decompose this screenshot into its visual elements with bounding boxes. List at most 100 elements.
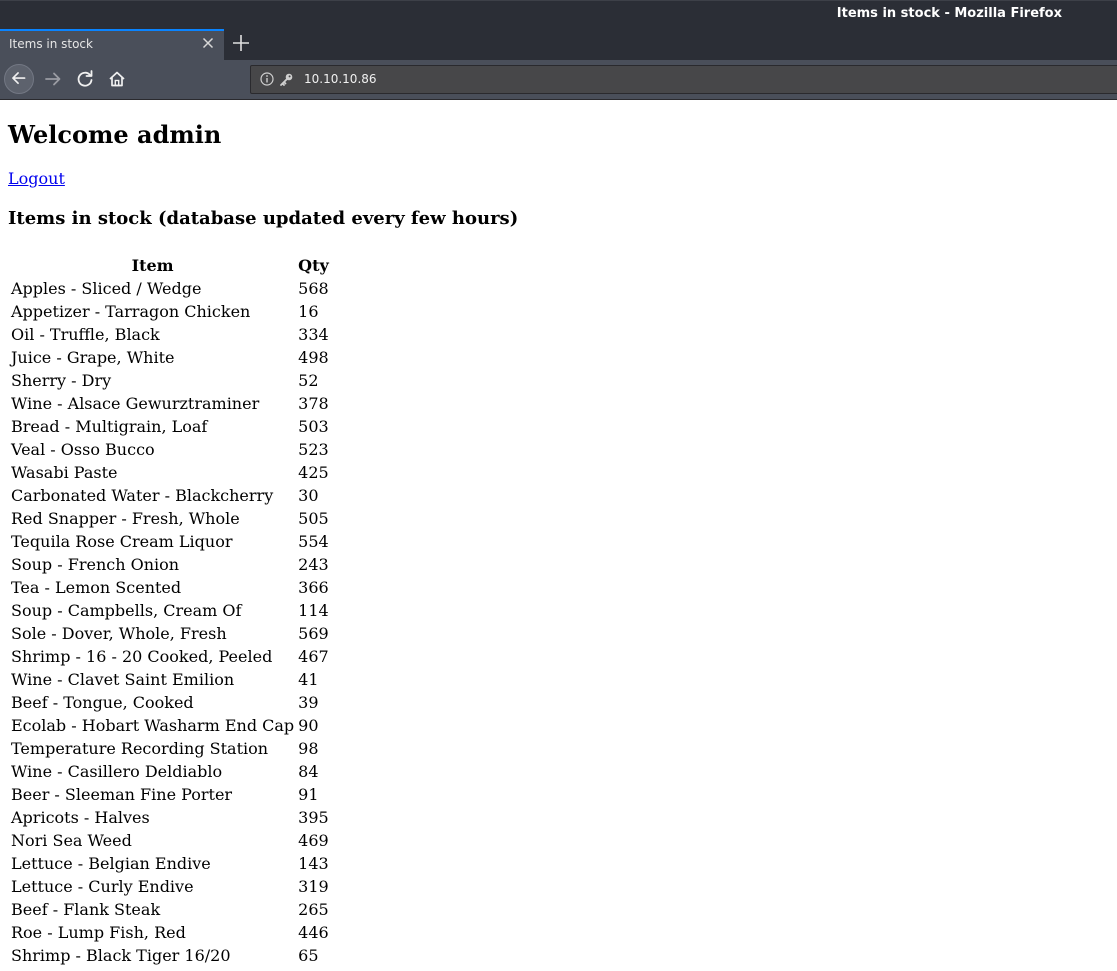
item-qty-cell: 446 xyxy=(298,923,329,942)
item-qty-cell: 425 xyxy=(298,463,329,482)
item-name-cell: Lettuce - Curly Endive xyxy=(11,877,194,896)
table-row: Carbonated Water - Blackcherry 30 xyxy=(10,485,330,506)
item-name-cell: Apricots - Halves xyxy=(11,808,150,827)
item-qty-cell: 523 xyxy=(298,440,329,459)
item-qty-cell: 569 xyxy=(298,624,329,643)
item-qty-cell: 84 xyxy=(298,762,319,781)
table-row: Beer - Sleeman Fine Porter 91 xyxy=(10,784,330,805)
item-name-cell: Shrimp - Black Tiger 16/20 xyxy=(11,946,231,965)
table-row: Red Snapper - Fresh, Whole 505 xyxy=(10,508,330,529)
item-qty-cell: 91 xyxy=(298,785,319,804)
table-row: Shrimp - 16 - 20 Cooked, Peeled 467 xyxy=(10,646,330,667)
item-name-cell: Shrimp - 16 - 20 Cooked, Peeled xyxy=(11,647,273,666)
url-text[interactable]: 10.10.10.86 xyxy=(304,72,377,86)
item-qty-cell: 98 xyxy=(298,739,319,758)
nav-toolbar: 10.10.10.86 xyxy=(0,60,1117,100)
item-qty-cell: 16 xyxy=(298,302,319,321)
item-name-cell: Tea - Lemon Scented xyxy=(11,578,182,597)
table-row: Juice - Grape, White 498 xyxy=(10,347,330,368)
close-icon[interactable] xyxy=(200,35,216,51)
table-row: Lettuce - Belgian Endive 143 xyxy=(10,853,330,874)
item-name-cell: Red Snapper - Fresh, Whole xyxy=(11,509,240,528)
window-titlebar: Items in stock - Mozilla Firefox xyxy=(0,0,1117,28)
tab-items-in-stock[interactable]: Items in stock xyxy=(0,29,224,60)
item-qty-cell: 467 xyxy=(298,647,329,666)
item-name-cell: Nori Sea Weed xyxy=(11,831,132,850)
item-name-cell: Carbonated Water - Blackcherry xyxy=(11,486,274,505)
item-name-cell: Sole - Dover, Whole, Fresh xyxy=(11,624,227,643)
column-header-qty: Qty xyxy=(298,256,329,275)
item-name-cell: Wasabi Paste xyxy=(11,463,118,482)
table-row: Apples - Sliced / Wedge 568 xyxy=(10,278,330,299)
page-content: Welcome admin Logout Items in stock (dat… xyxy=(0,101,1117,971)
table-row: Soup - French Onion 243 xyxy=(10,554,330,575)
table-row: Shrimp - Black Tiger 16/20 65 xyxy=(10,945,330,966)
item-qty-cell: 378 xyxy=(298,394,329,413)
item-name-cell: Appetizer - Tarragon Chicken xyxy=(11,302,251,321)
table-row: Temperature Recording Station 98 xyxy=(10,738,330,759)
back-button[interactable] xyxy=(4,64,34,94)
table-row: Lettuce - Curly Endive 319 xyxy=(10,876,330,897)
tab-label: Items in stock xyxy=(9,37,93,51)
item-qty-cell: 39 xyxy=(298,693,319,712)
item-name-cell: Beer - Sleeman Fine Porter xyxy=(11,785,233,804)
table-row: Apricots - Halves 395 xyxy=(10,807,330,828)
item-name-cell: Beef - Flank Steak xyxy=(11,900,161,919)
item-name-cell: Ecolab - Hobart Washarm End Cap xyxy=(11,716,295,735)
home-button[interactable] xyxy=(102,64,132,94)
info-icon[interactable] xyxy=(260,72,274,86)
item-qty-cell: 498 xyxy=(298,348,329,367)
item-qty-cell: 65 xyxy=(298,946,319,965)
forward-button[interactable] xyxy=(38,64,68,94)
item-qty-cell: 52 xyxy=(298,371,319,390)
item-name-cell: Sherry - Dry xyxy=(11,371,112,390)
item-qty-cell: 30 xyxy=(298,486,319,505)
item-qty-cell: 505 xyxy=(298,509,329,528)
table-row: Roe - Lump Fish, Red 446 xyxy=(10,922,330,943)
table-row: Sole - Dover, Whole, Fresh 569 xyxy=(10,623,330,644)
table-row: Ecolab - Hobart Washarm End Cap 90 xyxy=(10,715,330,736)
url-bar[interactable]: 10.10.10.86 xyxy=(250,65,1117,94)
section-heading: Items in stock (database updated every f… xyxy=(8,208,519,229)
table-row: Wine - Casillero Deldiablo 84 xyxy=(10,761,330,782)
table-row: Bread - Multigrain, Loaf 503 xyxy=(10,416,330,437)
item-name-cell: Oil - Truffle, Black xyxy=(11,325,160,344)
item-name-cell: Wine - Casillero Deldiablo xyxy=(11,762,223,781)
logout-link[interactable]: Logout xyxy=(8,169,65,188)
item-name-cell: Apples - Sliced / Wedge xyxy=(11,279,202,298)
item-name-cell: Temperature Recording Station xyxy=(11,739,269,758)
plus-icon[interactable] xyxy=(231,33,251,53)
item-name-cell: Roe - Lump Fish, Red xyxy=(11,923,186,942)
item-qty-cell: 334 xyxy=(298,325,329,344)
table-row: Appetizer - Tarragon Chicken 16 xyxy=(10,301,330,322)
table-row: Beef - Tongue, Cooked 39 xyxy=(10,692,330,713)
item-qty-cell: 568 xyxy=(298,279,329,298)
item-name-cell: Wine - Alsace Gewurztraminer xyxy=(11,394,260,413)
table-row: Soup - Campbells, Cream Of 114 xyxy=(10,600,330,621)
item-name-cell: Tequila Rose Cream Liquor xyxy=(11,532,233,551)
table-body: Apples - Sliced / Wedge 568 Appetizer - Ta… xyxy=(10,278,330,966)
table-row: Wine - Alsace Gewurztraminer 378 xyxy=(10,393,330,414)
key-icon[interactable] xyxy=(278,72,294,88)
item-qty-cell: 554 xyxy=(298,532,329,551)
home-icon xyxy=(109,71,125,87)
tab-strip: Items in stock xyxy=(0,28,1117,60)
item-name-cell: Beef - Tongue, Cooked xyxy=(11,693,194,712)
item-qty-cell: 41 xyxy=(298,670,319,689)
item-qty-cell: 366 xyxy=(298,578,329,597)
table-row: Oil - Truffle, Black 334 xyxy=(10,324,330,345)
table-row: Veal - Osso Bucco 523 xyxy=(10,439,330,460)
table-row: Tea - Lemon Scented 366 xyxy=(10,577,330,598)
table-row: Nori Sea Weed 469 xyxy=(10,830,330,851)
arrow-right-icon xyxy=(45,72,61,86)
item-qty-cell: 90 xyxy=(298,716,319,735)
reload-button[interactable] xyxy=(70,64,100,94)
table-row: Tequila Rose Cream Liquor 554 xyxy=(10,531,330,552)
item-qty-cell: 114 xyxy=(298,601,329,620)
item-qty-cell: 265 xyxy=(298,900,329,919)
page-title: Welcome admin xyxy=(8,120,222,149)
item-qty-cell: 469 xyxy=(298,831,329,850)
item-name-cell: Veal - Osso Bucco xyxy=(11,440,155,459)
window-title: Items in stock - Mozilla Firefox xyxy=(836,6,1062,21)
table-row: Wasabi Paste 425 xyxy=(10,462,330,483)
